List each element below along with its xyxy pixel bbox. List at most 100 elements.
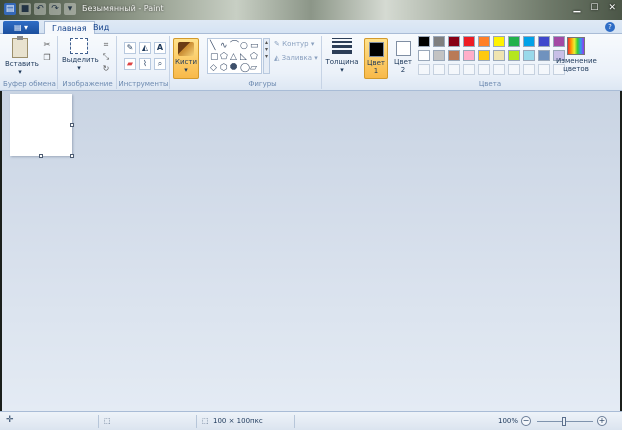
window-title: Безымянный - Paint bbox=[82, 4, 164, 13]
chevron-down-icon: ▾ bbox=[184, 66, 188, 74]
pencil-icon[interactable]: ✎ bbox=[124, 42, 136, 54]
palette-swatch[interactable] bbox=[538, 64, 550, 75]
palette-swatch[interactable] bbox=[418, 36, 430, 47]
clipboard-group: Вставить ▾ ✂ ❐ Буфер обмена bbox=[2, 36, 58, 89]
color2-swatch bbox=[395, 41, 411, 56]
canvas-workspace bbox=[0, 91, 622, 411]
palette-swatch[interactable] bbox=[478, 50, 490, 61]
triangle-shape-icon[interactable]: △ bbox=[230, 52, 237, 62]
save-icon[interactable]: ■ bbox=[19, 3, 31, 15]
palette-swatch[interactable] bbox=[493, 36, 505, 47]
crop-icon[interactable]: ⌗ bbox=[101, 40, 111, 50]
help-icon[interactable]: ? bbox=[605, 22, 615, 32]
rotate-icon[interactable]: ↻ bbox=[101, 64, 111, 74]
line-thickness-icon bbox=[332, 38, 352, 54]
palette-swatch[interactable] bbox=[478, 36, 490, 47]
palette-swatch[interactable] bbox=[523, 50, 535, 61]
brushes-button[interactable]: Кисти ▾ bbox=[173, 38, 199, 79]
color2-button[interactable]: Цвет 2 bbox=[391, 38, 415, 79]
palette-swatch[interactable] bbox=[448, 64, 460, 75]
rectangle-shape-icon[interactable]: ▭ bbox=[250, 41, 259, 51]
polygon-shape-icon[interactable]: ⌒ bbox=[230, 41, 239, 51]
resize-icon[interactable]: ⤡ bbox=[101, 52, 111, 62]
copy-icon[interactable]: ❐ bbox=[42, 53, 52, 63]
diamond-shape-icon[interactable]: ◇ bbox=[210, 63, 217, 73]
canvas-size-label: 100 × 100пкс bbox=[213, 417, 263, 425]
text-tool-icon[interactable]: A bbox=[154, 42, 166, 54]
selection-icon bbox=[70, 38, 88, 54]
fill-bucket-icon[interactable]: ◭ bbox=[139, 42, 151, 54]
palette-swatch[interactable] bbox=[493, 64, 505, 75]
edit-colors-button[interactable]: Изменение цветов bbox=[556, 36, 597, 73]
size-button[interactable]: Толщина ▾ bbox=[325, 38, 359, 74]
palette-swatch[interactable] bbox=[463, 36, 475, 47]
close-button[interactable]: ✕ bbox=[608, 3, 616, 13]
shapes-scrollbar[interactable]: ▴ ▾ ▾ bbox=[263, 38, 270, 74]
color-picker-icon[interactable]: ⌇ bbox=[139, 58, 151, 70]
cursor-position-icon: ✛ bbox=[6, 415, 14, 425]
shapes-group: ╲ ∿ ⌒ ○ ▭ ▢ ⬠ △ ◺ ⬠ ◇ ⬡ ⯃ ◯ ▱ ▴ ▾ ▾ ✎ Конт… bbox=[204, 36, 322, 89]
color1-button[interactable]: Цвет 1 bbox=[364, 38, 388, 79]
ribbon-tabs: ▤ ▾ Главная Вид ? bbox=[0, 20, 622, 34]
palette-swatch[interactable] bbox=[448, 50, 460, 61]
drawing-canvas[interactable] bbox=[10, 94, 72, 156]
palette-swatch[interactable] bbox=[523, 64, 535, 75]
palette-swatch[interactable] bbox=[508, 64, 520, 75]
oval-shape-icon[interactable]: ○ bbox=[240, 41, 248, 51]
qat-dropdown-icon[interactable]: ▾ bbox=[64, 3, 76, 15]
zoom-in-button[interactable]: + bbox=[597, 416, 607, 426]
palette-swatch[interactable] bbox=[418, 50, 430, 61]
palette-swatch[interactable] bbox=[433, 36, 445, 47]
palette-swatch[interactable] bbox=[493, 50, 505, 61]
outline-dropdown[interactable]: ✎ Контур ▾ bbox=[274, 40, 314, 48]
chevron-down-icon: ▾ bbox=[18, 68, 22, 76]
palette-swatch[interactable] bbox=[478, 64, 490, 75]
ribbon: Вставить ▾ ✂ ❐ Буфер обмена Выделить ▾ ⌗… bbox=[0, 34, 622, 91]
palette-swatch[interactable] bbox=[433, 64, 445, 75]
palette-swatch[interactable] bbox=[523, 36, 535, 47]
tab-view[interactable]: Вид bbox=[86, 21, 116, 34]
paint-menu-button[interactable]: ▤ ▾ bbox=[3, 21, 39, 34]
palette-swatch[interactable] bbox=[463, 64, 475, 75]
freeform-shape-icon[interactable]: ⬠ bbox=[220, 52, 228, 62]
palette-swatch[interactable] bbox=[508, 50, 520, 61]
undo-icon[interactable]: ↶ bbox=[34, 3, 46, 15]
redo-icon[interactable]: ↷ bbox=[49, 3, 61, 15]
color-palette bbox=[418, 36, 566, 76]
palette-swatch[interactable] bbox=[448, 36, 460, 47]
palette-swatch[interactable] bbox=[508, 36, 520, 47]
circle-shape-icon[interactable]: ◯ bbox=[240, 63, 250, 73]
curve-shape-icon[interactable]: ∿ bbox=[220, 41, 228, 51]
edit-colors-icon bbox=[567, 37, 585, 55]
pentagon-shape-icon[interactable]: ⬠ bbox=[250, 52, 258, 62]
zoom-slider-thumb[interactable] bbox=[562, 417, 566, 426]
resize-handle-bottom[interactable] bbox=[39, 154, 43, 158]
maximize-button[interactable]: ☐ bbox=[590, 3, 598, 13]
resize-handle-right[interactable] bbox=[70, 123, 74, 127]
line-shape-icon[interactable]: ╲ bbox=[210, 41, 215, 51]
selection-size-icon: ⬚ bbox=[104, 417, 111, 425]
paste-button[interactable]: Вставить ▾ bbox=[5, 36, 39, 76]
resize-handle-corner[interactable] bbox=[70, 154, 74, 158]
palette-swatch[interactable] bbox=[538, 36, 550, 47]
palette-swatch[interactable] bbox=[538, 50, 550, 61]
minimize-button[interactable]: ▁ bbox=[573, 3, 580, 13]
rounded-rect-shape-icon[interactable]: ▢ bbox=[210, 52, 219, 62]
fill-dropdown[interactable]: ◭ Заливка ▾ bbox=[274, 54, 318, 62]
paint-app-icon[interactable]: ▤ bbox=[4, 3, 16, 15]
octagon-shape-icon[interactable]: ⯃ bbox=[230, 63, 237, 73]
title-bar: ▤ ■ ↶ ↷ ▾ Безымянный - Paint ▁ ☐ ✕ bbox=[0, 0, 622, 20]
select-button[interactable]: Выделить ▾ bbox=[62, 38, 99, 72]
hexagon-shape-icon[interactable]: ⬡ bbox=[220, 63, 228, 73]
zoom-out-button[interactable]: − bbox=[521, 416, 531, 426]
palette-swatch[interactable] bbox=[418, 64, 430, 75]
magnifier-icon[interactable]: ⌕ bbox=[154, 58, 166, 70]
chevron-down-icon: ▾ bbox=[340, 66, 344, 74]
right-triangle-shape-icon[interactable]: ◺ bbox=[240, 52, 247, 62]
palette-swatch[interactable] bbox=[433, 50, 445, 61]
palette-swatch[interactable] bbox=[463, 50, 475, 61]
size-group: Толщина ▾ bbox=[323, 36, 361, 89]
heptagon-shape-icon[interactable]: ▱ bbox=[250, 63, 257, 73]
cut-icon[interactable]: ✂ bbox=[42, 40, 52, 50]
eraser-icon[interactable]: ▰ bbox=[124, 58, 136, 70]
